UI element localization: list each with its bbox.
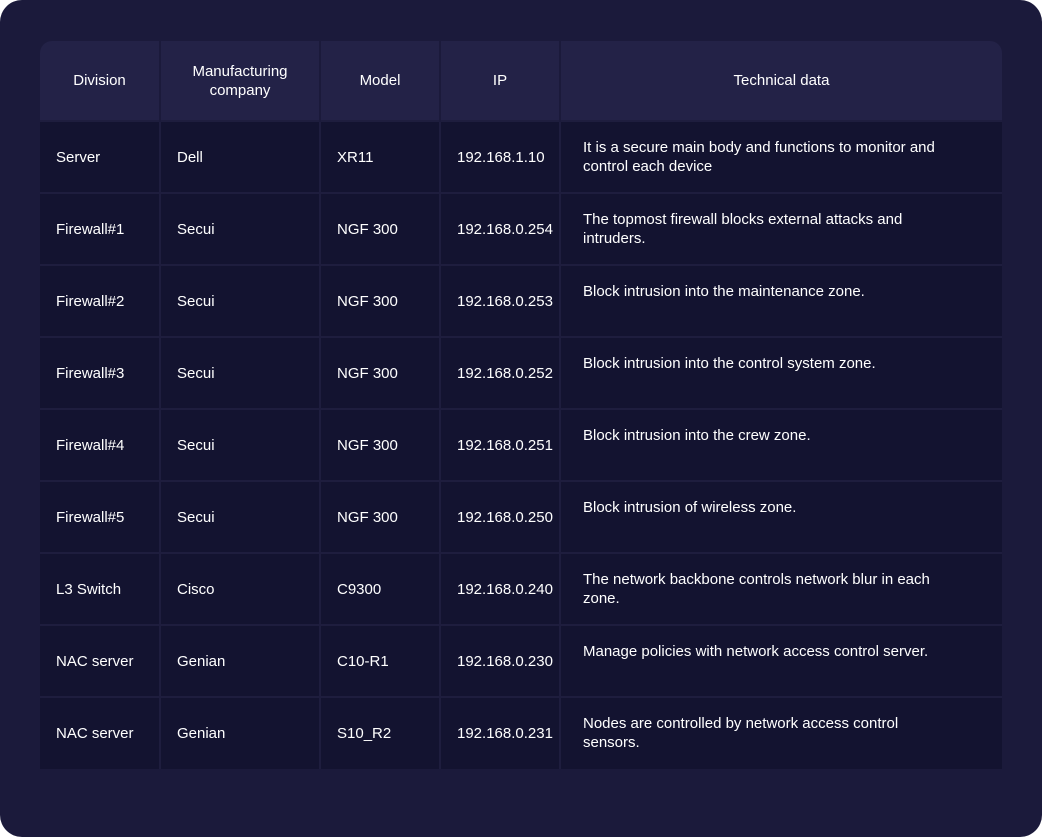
cell-division: L3 Switch	[40, 552, 161, 625]
cell-technical-data: Block intrusion into the control system …	[560, 336, 1002, 409]
cell-ip: 192.168.0.250	[440, 480, 561, 553]
table-body: Server Dell XR11 192.168.1.10 It is a se…	[40, 120, 1002, 769]
table-row: NAC server Genian C10-R1 192.168.0.230 M…	[40, 624, 1002, 697]
technical-data-text: Block intrusion of wireless zone.	[583, 499, 797, 516]
cell-technical-data: Manage policies with network access cont…	[560, 624, 1002, 697]
device-table: Division Manufacturing company Model IP …	[40, 41, 1002, 769]
cell-division: Server	[40, 120, 161, 193]
table-row: NAC server Genian S10_R2 192.168.0.231 N…	[40, 696, 1002, 769]
cell-company: Cisco	[160, 552, 321, 625]
cell-model: NGF 300	[320, 480, 441, 553]
cell-model: XR11	[320, 120, 441, 193]
header-technical-data: Technical data	[733, 72, 830, 89]
cell-company: Secui	[160, 192, 321, 265]
cell-company: Secui	[160, 480, 321, 553]
cell-technical-data: The topmost firewall blocks external att…	[560, 192, 1002, 265]
cell-technical-data: It is a secure main body and functions t…	[560, 120, 1002, 193]
table-row: Firewall#3 Secui NGF 300 192.168.0.252 B…	[40, 336, 1002, 409]
cell-division: Firewall#3	[40, 336, 161, 409]
cell-technical-data: Nodes are controlled by network access c…	[560, 696, 1002, 769]
table-card: Division Manufacturing company Model IP …	[0, 0, 1042, 837]
table-row: Firewall#2 Secui NGF 300 192.168.0.253 B…	[40, 264, 1002, 337]
header-manufacturing-company-label: Manufacturing company	[192, 62, 288, 99]
cell-model: NGF 300	[320, 264, 441, 337]
cell-company: Genian	[160, 624, 321, 697]
table-row: Firewall#5 Secui NGF 300 192.168.0.250 B…	[40, 480, 1002, 553]
cell-ip: 192.168.0.254	[440, 192, 561, 265]
table-row: Firewall#1 Secui NGF 300 192.168.0.254 T…	[40, 192, 1002, 265]
technical-data-text: Manage policies with network access cont…	[583, 643, 929, 660]
cell-company: Dell	[160, 120, 321, 193]
cell-division: Firewall#5	[40, 480, 161, 553]
cell-company: Genian	[160, 696, 321, 769]
cell-ip: 192.168.0.230	[440, 624, 561, 697]
header-ip: IP	[440, 41, 561, 121]
cell-division: Firewall#1	[40, 192, 161, 265]
cell-division: Firewall#4	[40, 408, 161, 481]
cell-ip: 192.168.0.251	[440, 408, 561, 481]
header-division: Division	[40, 41, 161, 121]
table-row: Server Dell XR11 192.168.1.10 It is a se…	[40, 120, 1002, 193]
cell-technical-data: Block intrusion of wireless zone.	[560, 480, 1002, 553]
cell-model: C9300	[320, 552, 441, 625]
header-model: Model	[320, 41, 441, 121]
technical-data-text: Block intrusion into the maintenance zon…	[583, 283, 865, 300]
technical-data-text: It is a secure main body and functions t…	[583, 139, 935, 175]
table-row: L3 Switch Cisco C9300 192.168.0.240 The …	[40, 552, 1002, 625]
cell-ip: 192.168.0.231	[440, 696, 561, 769]
cell-division: Firewall#2	[40, 264, 161, 337]
header-row: Division Manufacturing company Model IP …	[40, 41, 1002, 121]
cell-model: C10-R1	[320, 624, 441, 697]
cell-company: Secui	[160, 336, 321, 409]
cell-company: Secui	[160, 408, 321, 481]
table-header: Division Manufacturing company Model IP …	[40, 41, 1002, 121]
cell-ip: 192.168.1.10	[440, 120, 561, 193]
technical-data-text: The topmost firewall blocks external att…	[583, 211, 903, 247]
cell-model: S10_R2	[320, 696, 441, 769]
cell-model: NGF 300	[320, 336, 441, 409]
cell-ip: 192.168.0.240	[440, 552, 561, 625]
header-manufacturing-company: Manufacturing company	[160, 41, 321, 121]
cell-division: NAC server	[40, 696, 161, 769]
cell-technical-data: Block intrusion into the maintenance zon…	[560, 264, 1002, 337]
technical-data-text: Block intrusion into the crew zone.	[583, 427, 811, 444]
cell-ip: 192.168.0.253	[440, 264, 561, 337]
cell-technical-data: Block intrusion into the crew zone.	[560, 408, 1002, 481]
cell-technical-data: The network backbone controls network bl…	[560, 552, 1002, 625]
cell-division: NAC server	[40, 624, 161, 697]
technical-data-text: Nodes are controlled by network access c…	[583, 715, 899, 751]
technical-data-text: The network backbone controls network bl…	[583, 571, 930, 607]
cell-model: NGF 300	[320, 192, 441, 265]
cell-company: Secui	[160, 264, 321, 337]
cell-model: NGF 300	[320, 408, 441, 481]
technical-data-text: Block intrusion into the control system …	[583, 355, 876, 372]
cell-ip: 192.168.0.252	[440, 336, 561, 409]
table-row: Firewall#4 Secui NGF 300 192.168.0.251 B…	[40, 408, 1002, 481]
